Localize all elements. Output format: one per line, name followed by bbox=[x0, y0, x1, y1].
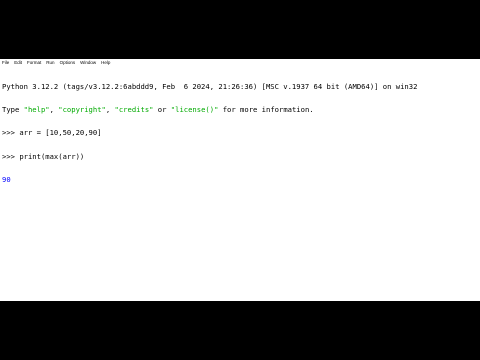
menu-help[interactable]: Help bbox=[101, 60, 110, 66]
info-line: Type "help", "copyright", "credits" or "… bbox=[2, 106, 480, 114]
menu-options[interactable]: Options bbox=[60, 60, 76, 66]
separator-2: , bbox=[105, 104, 115, 114]
command-line-2: >>> print(max(arr)) bbox=[2, 151, 480, 161]
output-line: 90 bbox=[2, 175, 11, 185]
menu-window[interactable]: Window bbox=[80, 60, 96, 66]
menu-run[interactable]: Run bbox=[46, 60, 54, 66]
menu-edit[interactable]: Edit bbox=[14, 60, 22, 66]
letterbox-top bbox=[0, 0, 480, 59]
idle-shell-window: File Edit Format Run Options Window Help… bbox=[0, 59, 480, 301]
command-1: arr = [10,50,20,90] bbox=[19, 128, 102, 138]
command-2: print(max(arr)) bbox=[19, 151, 85, 161]
letterbox-bottom bbox=[0, 301, 480, 360]
command-line-1: >>> arr = [10,50,20,90] bbox=[2, 129, 480, 137]
shell-text-area[interactable]: Python 3.12.2 (tags/v3.12.2:6abddd9, Feb… bbox=[0, 66, 480, 200]
separator-1: , bbox=[49, 104, 59, 114]
menu-bar: File Edit Format Run Options Window Help bbox=[0, 59, 480, 66]
help-string: "help" bbox=[23, 104, 50, 114]
prompt-2: >>> bbox=[2, 151, 20, 161]
banner-line: Python 3.12.2 (tags/v3.12.2:6abddd9, Feb… bbox=[2, 81, 418, 91]
type-prefix: Type bbox=[2, 104, 24, 114]
credits-string: "credits" bbox=[114, 104, 154, 114]
license-string: "license()" bbox=[170, 104, 219, 114]
prompt-1: >>> bbox=[2, 128, 20, 138]
menu-file[interactable]: File bbox=[2, 60, 9, 66]
or-word: or bbox=[153, 104, 171, 114]
type-suffix: for more information. bbox=[218, 104, 314, 114]
copyright-string: "copyright" bbox=[58, 104, 106, 114]
menu-format[interactable]: Format bbox=[27, 60, 41, 66]
